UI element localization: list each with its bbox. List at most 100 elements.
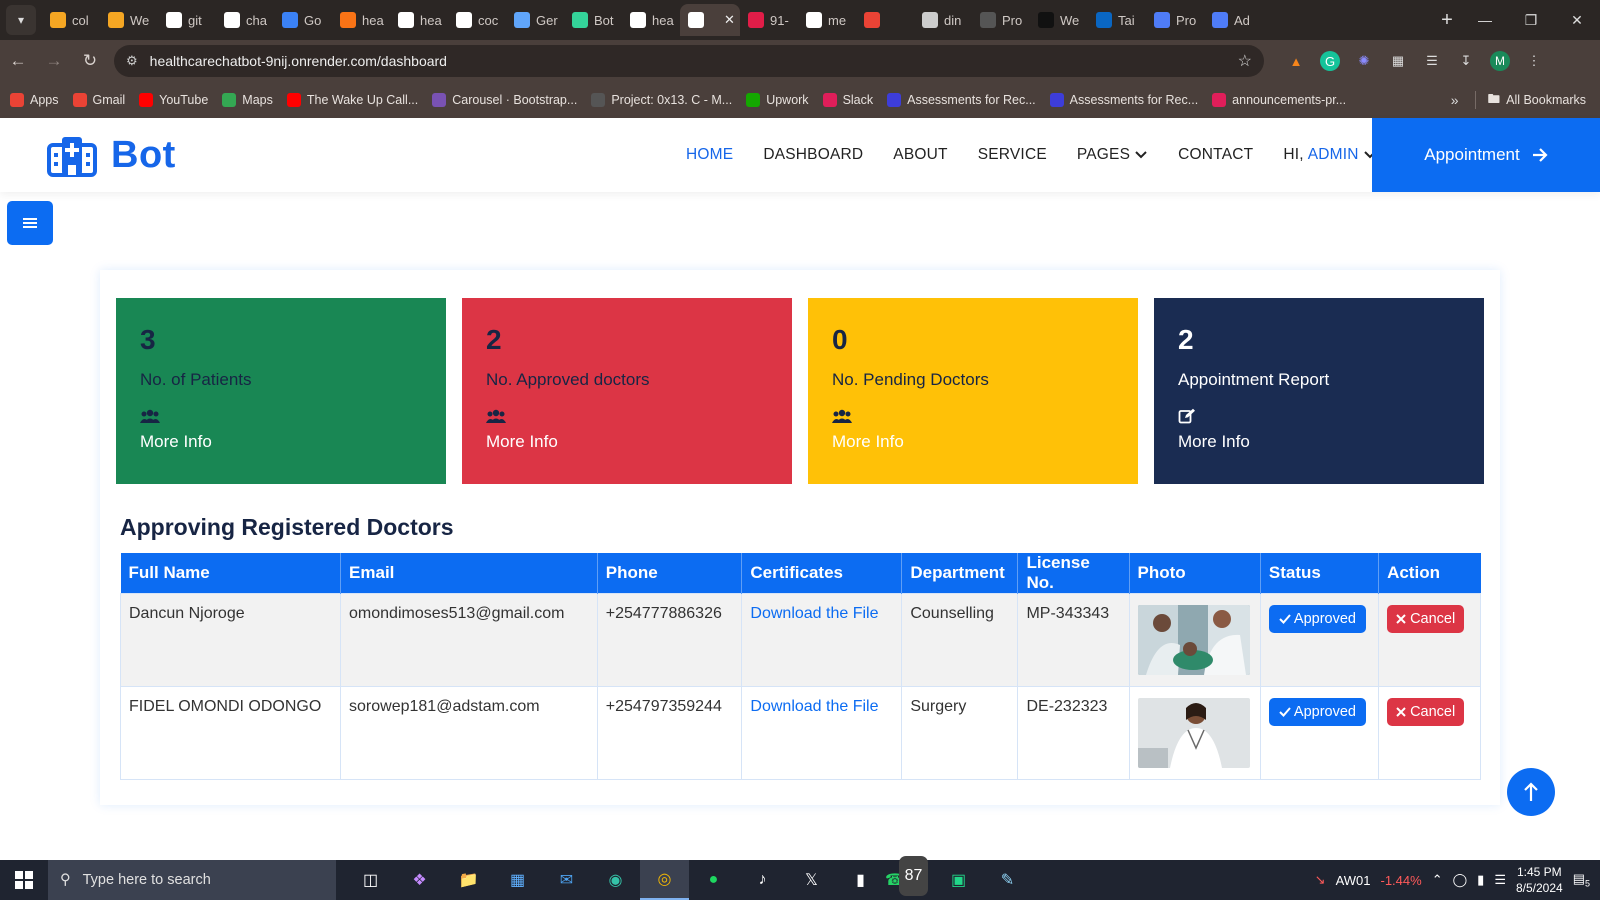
copilot-icon[interactable]: ❖ — [395, 860, 444, 900]
bookmark-item[interactable]: Apps — [10, 93, 59, 107]
approved-status-button[interactable]: Approved — [1268, 605, 1366, 633]
meet-now-icon[interactable]: ◯ — [1453, 872, 1468, 888]
restore-button[interactable]: ❐ — [1508, 12, 1554, 29]
more-info-link[interactable]: More Info — [832, 432, 1114, 452]
bookmark-item[interactable]: The Wake Up Call... — [286, 93, 418, 107]
reload-button[interactable]: ↻ — [72, 51, 108, 71]
browser-tab[interactable]: me — [798, 4, 856, 36]
browser-tab[interactable]: Pro — [1146, 4, 1204, 36]
browser-tab[interactable]: hea — [622, 4, 680, 36]
browser-tab[interactable]: Tai — [1088, 4, 1146, 36]
appointment-button[interactable]: Appointment — [1372, 118, 1600, 192]
extension-gear-icon[interactable]: ✺ — [1354, 51, 1374, 71]
mail-icon[interactable]: ✉ — [542, 860, 591, 900]
browser-tab[interactable]: hea — [390, 4, 448, 36]
browser-tab[interactable]: hea — [332, 4, 390, 36]
system-clock[interactable]: 1:45 PM 8/5/2024 — [1516, 864, 1563, 896]
nav-service[interactable]: SERVICE — [978, 146, 1047, 164]
extensions-puzzle-icon[interactable]: ▦ — [1388, 51, 1408, 71]
browser-tab[interactable]: We — [1030, 4, 1088, 36]
browser-tab[interactable]: Ad — [1204, 4, 1262, 36]
bookmark-item[interactable]: Slack — [822, 93, 873, 107]
more-bookmarks-chevron-icon[interactable]: » — [1451, 92, 1459, 108]
browser-tab[interactable]: coc — [448, 4, 506, 36]
pycharm-icon[interactable]: ▣ — [934, 860, 983, 900]
bookmark-star-icon[interactable]: ☆ — [1238, 51, 1252, 71]
notepad-icon[interactable]: ✎ — [983, 860, 1032, 900]
more-info-link[interactable]: More Info — [486, 432, 768, 452]
bookmark-item[interactable]: Gmail — [72, 93, 125, 107]
microsoft-store-icon[interactable]: ▦ — [493, 860, 542, 900]
tab-search-button[interactable]: ▾ — [6, 5, 36, 35]
nav-home[interactable]: HOME — [686, 146, 733, 164]
address-bar[interactable]: ⚙ healthcarechatbot-9nij.onrender.com/da… — [114, 45, 1264, 77]
browser-tab[interactable]: Ger — [506, 4, 564, 36]
close-tab-icon[interactable]: ✕ — [724, 12, 735, 28]
sidebar-toggle-button[interactable] — [7, 201, 53, 245]
more-info-link[interactable]: More Info — [140, 432, 422, 452]
tiktok-icon[interactable]: ♪ — [738, 860, 787, 900]
minimize-button[interactable]: — — [1462, 12, 1508, 29]
bookmark-item[interactable]: Upwork — [746, 93, 809, 107]
bookmark-item[interactable]: Project: 0x13. C - M... — [591, 93, 732, 107]
nav-dashboard[interactable]: DASHBOARD — [763, 146, 863, 164]
edge-icon[interactable]: ◉ — [591, 860, 640, 900]
back-to-top-button[interactable] — [1507, 768, 1555, 816]
bookmark-item[interactable]: announcements-pr... — [1212, 93, 1346, 107]
terminal-icon[interactable]: ▮ — [836, 860, 885, 900]
tray-chevron-up-icon[interactable]: ⌃ — [1432, 872, 1443, 888]
taskbar-search-box[interactable]: ⚲ Type here to search — [48, 860, 336, 900]
stock-chart-icon[interactable]: ↘ — [1315, 872, 1326, 888]
whatsapp-icon[interactable]: ☎ 87 — [885, 856, 934, 900]
bookmark-item[interactable]: Assessments for Rec... — [1049, 93, 1198, 107]
browser-menu-icon[interactable]: ⋮ — [1524, 51, 1544, 71]
chrome-icon[interactable]: ◎ — [640, 860, 689, 900]
browser-tab[interactable]: Pro — [972, 4, 1030, 36]
media-control-icon[interactable]: ☰ — [1422, 51, 1442, 71]
download-certificate-link[interactable]: Download the File — [750, 698, 878, 715]
back-button[interactable]: ← — [0, 51, 36, 71]
browser-tab[interactable]: git — [158, 4, 216, 36]
browser-tab[interactable]: 91- — [740, 4, 798, 36]
notifications-icon[interactable]: ▤5 — [1573, 871, 1590, 889]
profile-avatar[interactable]: M — [1490, 51, 1510, 71]
url-text[interactable]: healthcarechatbot-9nij.onrender.com/dash… — [150, 53, 447, 69]
nav-contact[interactable]: CONTACT — [1178, 146, 1253, 164]
close-window-button[interactable]: ✕ — [1554, 12, 1600, 29]
all-bookmarks-button[interactable]: 🖿 All Bookmarks — [1488, 90, 1586, 111]
bookmark-item[interactable]: Carousel · Bootstrap... — [432, 93, 577, 107]
bookmark-item[interactable]: YouTube — [139, 93, 208, 107]
browser-tab[interactable] — [856, 4, 914, 36]
nav-about[interactable]: ABOUT — [893, 146, 947, 164]
site-info-icon[interactable]: ⚙ — [126, 53, 138, 69]
bookmark-item[interactable]: Maps — [222, 93, 273, 107]
metamask-extension-icon[interactable]: ▲ — [1286, 51, 1306, 71]
battery-icon[interactable]: ▮ — [1477, 872, 1484, 888]
task-view-icon[interactable]: ◫ — [346, 860, 395, 900]
spotify-icon[interactable]: ● — [689, 860, 738, 900]
windows-start-button[interactable] — [0, 860, 48, 900]
more-info-link[interactable]: More Info — [1178, 432, 1460, 452]
browser-tab[interactable]: col — [42, 4, 100, 36]
browser-tab-active[interactable]: ✕ — [680, 4, 740, 36]
x-icon[interactable]: 𝕏 — [787, 860, 836, 900]
bookmark-item[interactable]: Assessments for Rec... — [887, 93, 1036, 107]
grammarly-extension-icon[interactable]: G — [1320, 51, 1340, 71]
nav-pages-dropdown[interactable]: PAGES — [1077, 146, 1148, 164]
cancel-button[interactable]: Cancel — [1387, 605, 1465, 633]
browser-tab[interactable]: cha — [216, 4, 274, 36]
browser-tab[interactable]: din — [914, 4, 972, 36]
forward-button[interactable]: → — [36, 51, 72, 71]
browser-tab[interactable]: Go — [274, 4, 332, 36]
browser-tab[interactable]: Bot — [564, 4, 622, 36]
file-explorer-icon[interactable]: 📁 — [444, 860, 493, 900]
download-certificate-link[interactable]: Download the File — [750, 605, 878, 622]
cancel-button[interactable]: Cancel — [1387, 698, 1465, 726]
downloads-icon[interactable]: ↧ — [1456, 51, 1476, 71]
approved-status-button[interactable]: Approved — [1268, 698, 1366, 726]
nav-user-dropdown[interactable]: HI, ADMIN — [1283, 146, 1376, 164]
new-tab-button[interactable]: + — [1432, 9, 1462, 32]
brand-logo[interactable]: Bot — [47, 134, 176, 177]
wifi-icon[interactable]: ☰ — [1494, 872, 1506, 888]
browser-tab[interactable]: We — [100, 4, 158, 36]
